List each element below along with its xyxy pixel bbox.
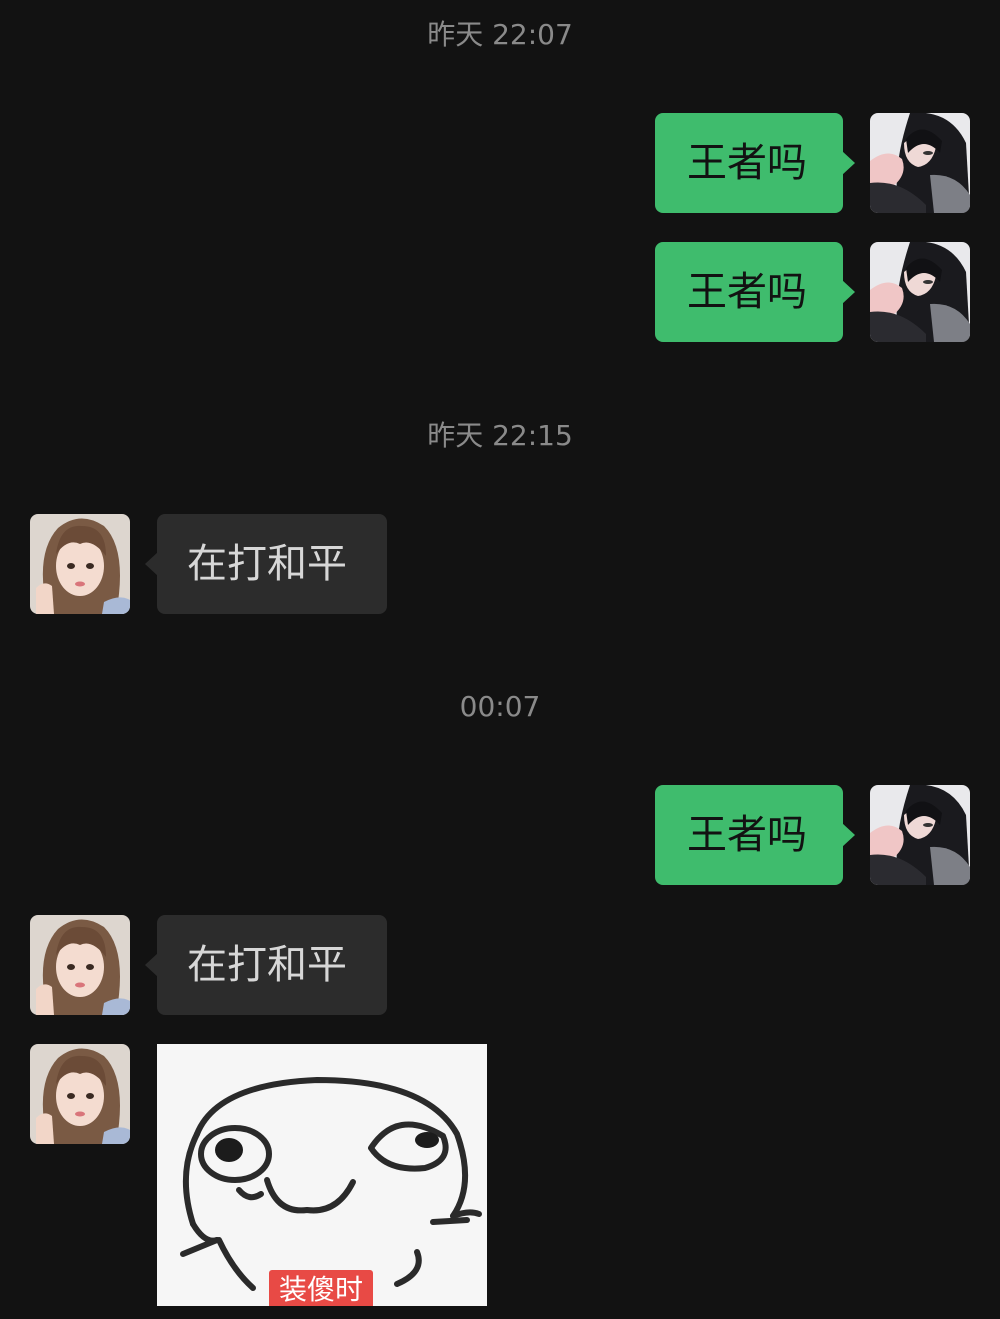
dark-haired-girl-avatar-icon — [870, 242, 970, 342]
brown-haired-girl-avatar-icon — [30, 514, 130, 614]
timestamp: 00:07 — [459, 690, 541, 723]
outgoing-message-bubble[interactable]: 王者吗 — [655, 242, 855, 342]
silly-face-sticker-icon — [157, 1044, 487, 1306]
brown-haired-girl-avatar-icon — [30, 915, 130, 1015]
contact-avatar[interactable] — [30, 1044, 130, 1144]
outgoing-message-bubble[interactable]: 王者吗 — [655, 113, 855, 213]
sticker-message[interactable]: 装傻时 — [157, 1044, 487, 1306]
contact-avatar[interactable] — [30, 514, 130, 614]
my-avatar[interactable] — [870, 242, 970, 342]
outgoing-message-bubble[interactable]: 王者吗 — [655, 785, 855, 885]
incoming-message-bubble[interactable]: 在打和平 — [145, 915, 387, 1015]
sticker-caption: 装傻时 — [269, 1270, 373, 1306]
my-avatar[interactable] — [870, 785, 970, 885]
brown-haired-girl-avatar-icon — [30, 1044, 130, 1144]
dark-haired-girl-avatar-icon — [870, 113, 970, 213]
timestamp: 昨天 22:15 — [427, 419, 573, 452]
incoming-message-bubble[interactable]: 在打和平 — [145, 514, 387, 614]
dark-haired-girl-avatar-icon — [870, 785, 970, 885]
contact-avatar[interactable] — [30, 915, 130, 1015]
my-avatar[interactable] — [870, 113, 970, 213]
timestamp: 昨天 22:07 — [427, 18, 573, 51]
